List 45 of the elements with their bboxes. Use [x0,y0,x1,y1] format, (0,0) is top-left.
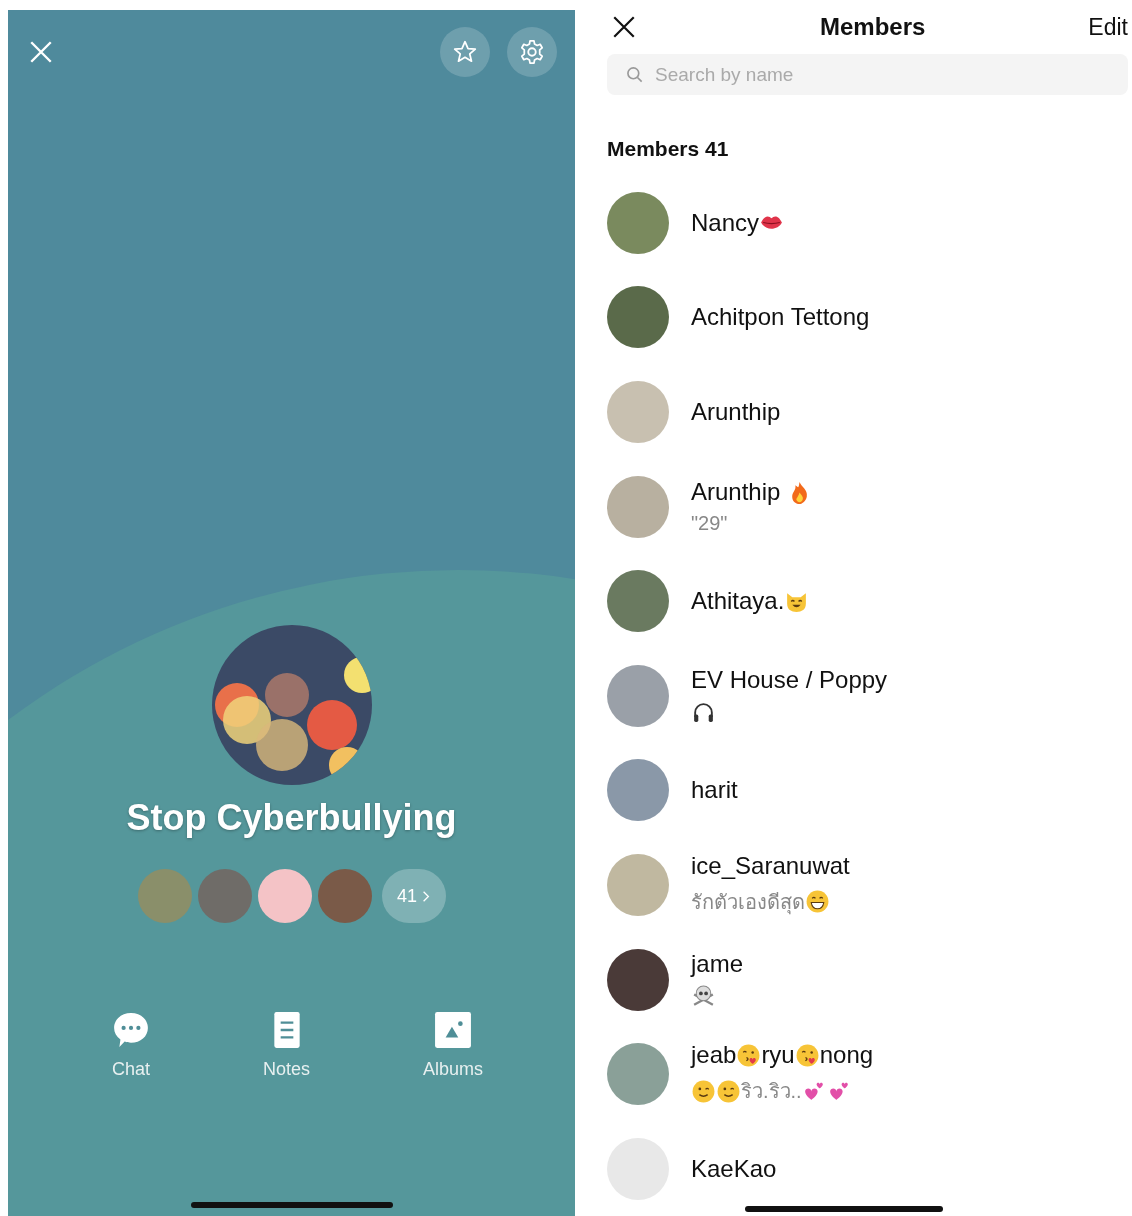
settings-button[interactable] [507,27,557,77]
settings-icon [518,38,546,66]
member-row[interactable]: jeab ryu nong ริว.ริว.. [607,1026,1128,1122]
member-row[interactable]: Nancy [607,175,1128,271]
search-input[interactable]: Search by name [653,62,1057,87]
kissing-face-icon [794,1042,820,1068]
winking-face-icon [716,1078,741,1104]
edit-button[interactable]: Edit [1088,13,1128,41]
favorite-button[interactable] [440,27,490,77]
speech-bubble-icon [112,1011,150,1049]
member-row[interactable]: Arunthip "29" [607,459,1128,554]
member-name: Athitaya. [691,587,810,616]
member-row[interactable]: harit [607,743,1128,838]
member-name: ice_Saranuwat [691,851,850,880]
member-name: Achitpon Tettong [691,303,870,332]
member-name: KaeKao [691,1154,777,1183]
member-row[interactable]: Achitpon Tettong [607,270,1128,365]
member-row[interactable]: jame [607,932,1128,1027]
kissing-face-icon [736,1042,762,1068]
member-status: ริว.ริว.. [691,1075,874,1108]
member-row[interactable]: Arunthip [607,364,1128,460]
member-status: "29" [691,512,729,536]
member-name: jeab ryu nong [691,1041,874,1070]
member-name: harit [691,776,738,805]
picture-icon [434,1011,472,1049]
grinning-face-icon [805,889,830,915]
member-name: EV House / Poppy [691,666,888,695]
search-icon [625,64,645,85]
member-name: Nancy [691,208,785,237]
members-heading: Members 41 [607,137,730,162]
member-row[interactable]: KaeKao [607,1121,1128,1216]
member-row[interactable]: ice_Saranuwat รักตัวเองดีสุด [607,837,1128,933]
chevron-right-icon [422,889,430,903]
member-status: รักตัวเองดีสุด [691,885,850,918]
screen-title: Members [820,13,926,42]
member-name: Arunthip [691,478,813,507]
skull-and-crossbones-icon [691,984,716,1009]
member-row[interactable]: EV House / Poppy [607,648,1128,744]
member-name: jame [691,950,744,978]
winking-face-icon [691,1078,716,1104]
star-icon [452,39,478,65]
member-name: Arunthip [691,397,781,426]
group-title: Stop Cyberbullying [126,797,457,839]
search-field[interactable]: Search by name [607,54,1128,96]
member-row[interactable]: Athitaya. [607,553,1128,649]
